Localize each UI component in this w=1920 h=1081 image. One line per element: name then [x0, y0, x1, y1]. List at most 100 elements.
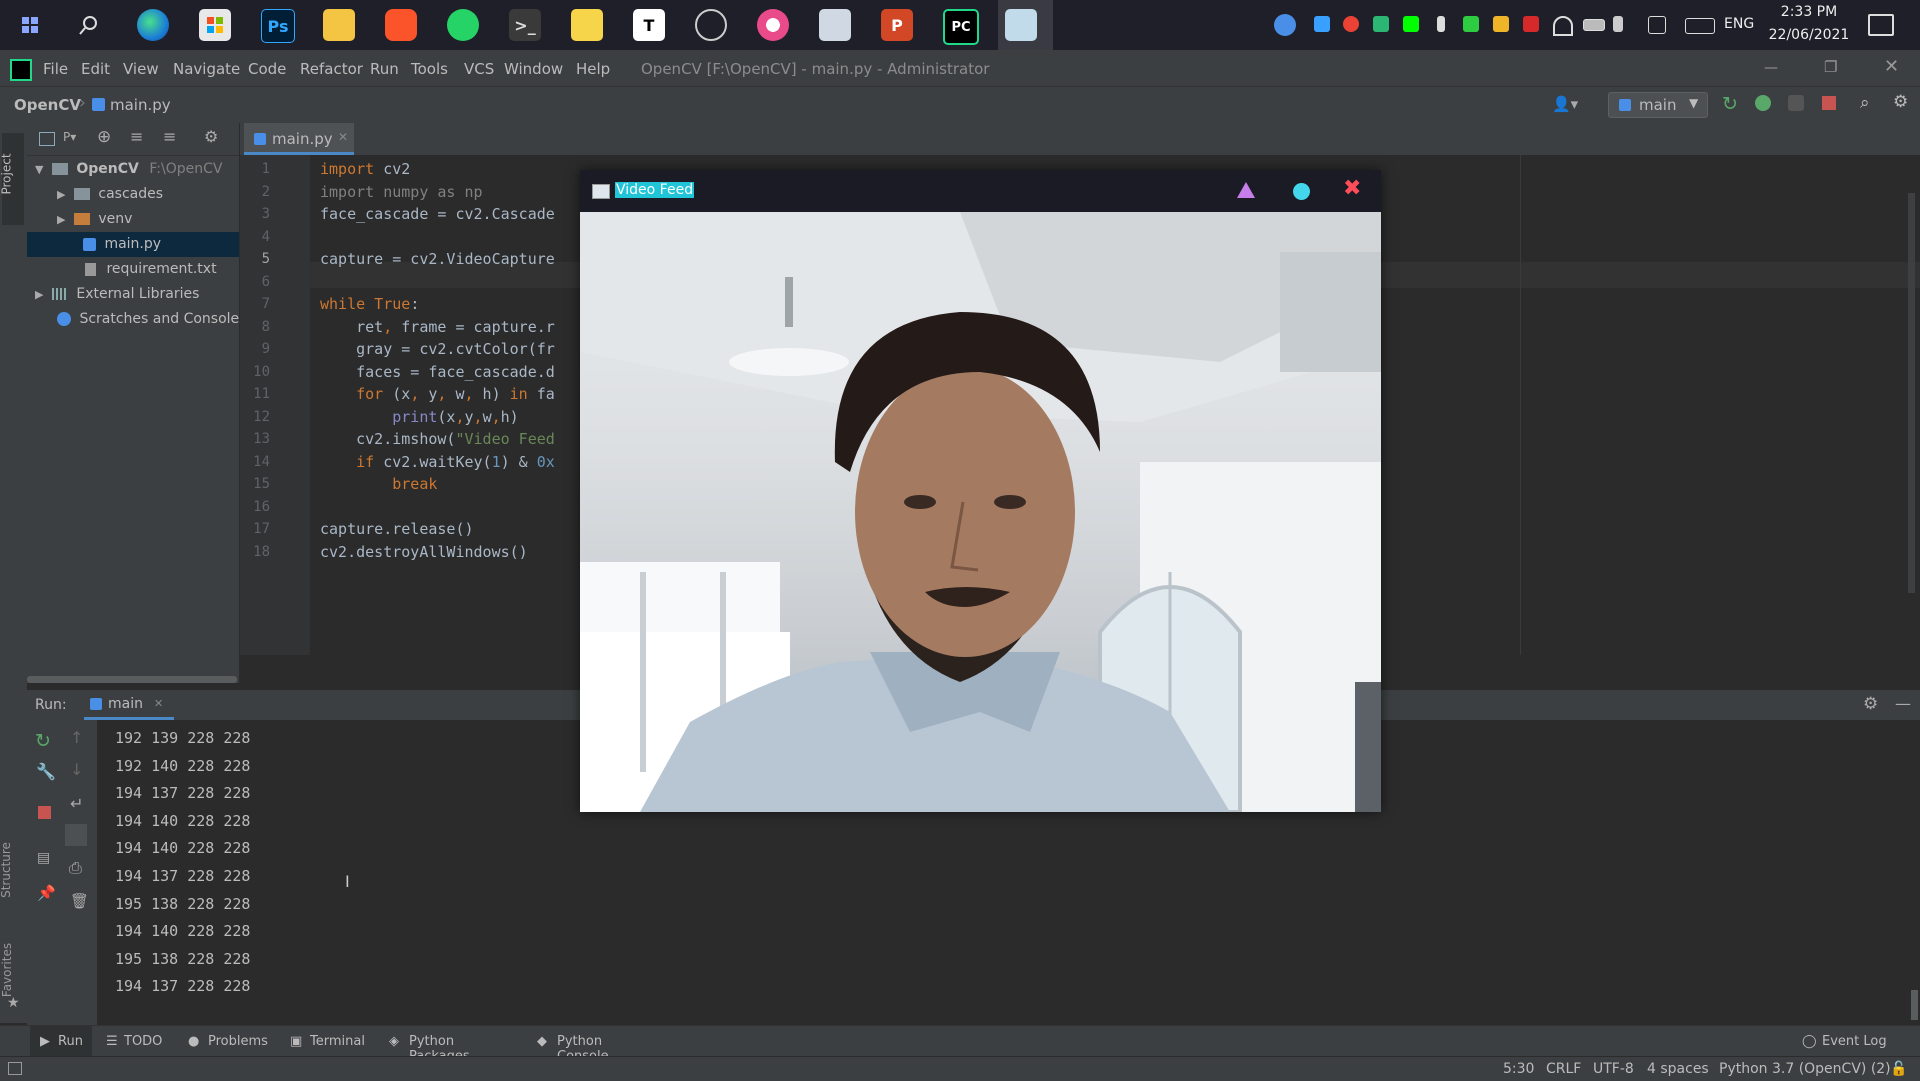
close-x-icon[interactable]: ✖ [1343, 176, 1361, 201]
help-icon[interactable] [1274, 14, 1296, 36]
pycharm-icon[interactable]: PC [943, 9, 979, 45]
project-tool-tab[interactable]: Project [0, 133, 24, 225]
line-separator[interactable]: CRLF [1546, 1061, 1581, 1077]
collapse-all-icon[interactable]: ≡ [163, 127, 176, 146]
tree-item-cascades[interactable]: ▶ cascades [57, 182, 163, 207]
settings-gear-icon[interactable]: ⚙ [204, 127, 218, 146]
horizontal-scrollbar[interactable] [27, 676, 237, 683]
keyboard-icon[interactable] [1685, 18, 1715, 34]
tree-item-requirement[interactable]: requirement.txt [27, 257, 217, 282]
file-encoding[interactable]: UTF-8 [1593, 1061, 1634, 1077]
bottom-tab-run[interactable]: ▶ Run [30, 1026, 92, 1056]
search-everywhere-icon[interactable]: ⌕ [1860, 93, 1870, 113]
wifi-icon[interactable] [1553, 16, 1573, 36]
edge-icon[interactable] [137, 9, 169, 41]
python-interpreter[interactable]: Python 3.7 (OpenCV) (2) [1719, 1061, 1891, 1077]
minimize-icon[interactable]: — [1764, 60, 1778, 76]
clock-time[interactable]: 2:33 PM [1768, 4, 1850, 20]
search-icon[interactable] [73, 9, 105, 41]
arrow-up-icon[interactable]: ↑ [70, 728, 83, 747]
itunes-icon[interactable] [757, 9, 789, 41]
maximize-circle-icon[interactable] [1293, 183, 1310, 200]
settings-gear-icon[interactable]: ⚙ [1893, 92, 1908, 112]
run-tab-main[interactable]: main ✕ [84, 690, 174, 720]
notifications-icon[interactable] [1868, 14, 1894, 36]
tree-item-scratches[interactable]: Scratches and Consoles [57, 307, 246, 332]
tree-item-venv[interactable]: ▶ venv [57, 207, 132, 232]
arrow-down-icon[interactable]: ↓ [70, 760, 83, 779]
typora-icon[interactable]: T [633, 9, 665, 41]
close-tab-icon[interactable]: ✕ [154, 697, 163, 710]
restore-icon[interactable]: ❐ [1824, 58, 1837, 76]
bottom-tab-problems[interactable]: ● Problems [188, 1026, 268, 1056]
editor-scrollbar[interactable] [1908, 193, 1915, 593]
rerun-icon[interactable]: ↻ [1722, 93, 1738, 115]
close-icon[interactable]: ✕ [1884, 56, 1899, 77]
wrench-icon[interactable]: 🔧 [36, 762, 56, 781]
hide-panel-icon[interactable]: — [1895, 694, 1911, 713]
star-icon[interactable]: ★ [7, 995, 20, 1011]
settings-gear-icon[interactable]: ⚙ [1863, 694, 1878, 714]
layout-icon[interactable]: ▤ [37, 850, 50, 866]
file-explorer-icon[interactable] [323, 9, 355, 41]
rerun-icon[interactable]: ↻ [35, 730, 51, 752]
stop-icon[interactable] [1822, 96, 1836, 110]
soft-wrap-icon[interactable]: ↵ [70, 794, 83, 813]
photoshop-icon[interactable]: Ps [261, 9, 295, 43]
bottom-tab-terminal[interactable]: ▣ Terminal [290, 1026, 370, 1056]
tool-window-toggle-icon[interactable] [8, 1062, 22, 1075]
menu-window[interactable]: Window [504, 60, 563, 78]
bottom-tab-python-packages[interactable]: ◈ Python Packages [389, 1026, 514, 1064]
console-scrollbar[interactable] [1911, 990, 1918, 1020]
language-indicator[interactable]: ENG [1724, 16, 1754, 32]
powerpoint-icon[interactable]: P [881, 9, 913, 41]
menu-code[interactable]: Code [248, 60, 286, 78]
whatsapp-icon[interactable] [447, 9, 479, 41]
menu-refactor[interactable]: Refactor [300, 60, 363, 78]
video-feed-window[interactable]: Video Feed ✖ [580, 170, 1381, 812]
breadcrumb-project[interactable]: OpenCV [14, 96, 81, 114]
close-tab-icon[interactable]: ✕ [338, 130, 348, 144]
project-view-icon[interactable] [39, 132, 55, 146]
lock-icon[interactable]: 🔓 [1890, 1061, 1907, 1077]
caret-position[interactable]: 5:30 [1503, 1061, 1534, 1077]
menu-vcs[interactable]: VCS [464, 60, 494, 78]
video-window-titlebar[interactable]: Video Feed ✖ [580, 170, 1381, 212]
tab-main-py[interactable]: main.py ✕ [244, 123, 354, 155]
obs-icon[interactable] [695, 9, 727, 41]
menu-tools[interactable]: Tools [411, 60, 448, 78]
pin-icon[interactable]: 📌 [37, 884, 56, 902]
menu-run[interactable]: Run [370, 60, 399, 78]
tray-app-icon[interactable] [1314, 16, 1330, 32]
structure-tab[interactable]: Structure [0, 842, 13, 898]
run-config-selector[interactable]: main ▼ [1608, 92, 1708, 118]
menu-navigate[interactable]: Navigate [173, 60, 240, 78]
terminal-icon[interactable]: >_ [509, 9, 541, 41]
menu-edit[interactable]: Edit [81, 60, 110, 78]
green-tray-icon[interactable] [1403, 16, 1419, 32]
trash-icon[interactable]: 🗑 [70, 892, 89, 910]
bottom-tab-todo[interactable]: ☰ TODO [106, 1026, 166, 1056]
stop-icon[interactable] [38, 806, 51, 819]
tree-item-external-libraries[interactable]: ▶ External Libraries [35, 282, 199, 307]
indent-setting[interactable]: 4 spaces [1647, 1061, 1709, 1077]
sticky-notes-icon[interactable] [571, 9, 603, 41]
expand-all-icon[interactable]: ≡ [130, 127, 143, 146]
coverage-icon[interactable] [1788, 95, 1804, 111]
brave-icon[interactable] [385, 9, 417, 41]
favorites-tab[interactable]: Favorites [0, 943, 14, 997]
event-log-button[interactable]: ◯ Event Log [1802, 1026, 1892, 1056]
windows-start-icon[interactable] [14, 9, 46, 41]
acrobat-icon[interactable] [1523, 16, 1539, 32]
store-icon[interactable] [199, 9, 231, 41]
battery-icon[interactable] [1583, 19, 1605, 31]
pen-icon[interactable] [1648, 16, 1666, 34]
tree-item-main-py[interactable]: main.py [27, 232, 239, 257]
view-selector-icon[interactable]: P▾ [63, 130, 76, 144]
minimize-triangle-icon[interactable] [1237, 182, 1255, 198]
menu-file[interactable]: File [43, 60, 68, 78]
nvidia-icon[interactable] [1463, 16, 1479, 32]
shield-icon[interactable] [1373, 16, 1389, 32]
print-icon[interactable]: ⎙ [69, 858, 82, 878]
microphone-icon[interactable] [1437, 16, 1445, 32]
